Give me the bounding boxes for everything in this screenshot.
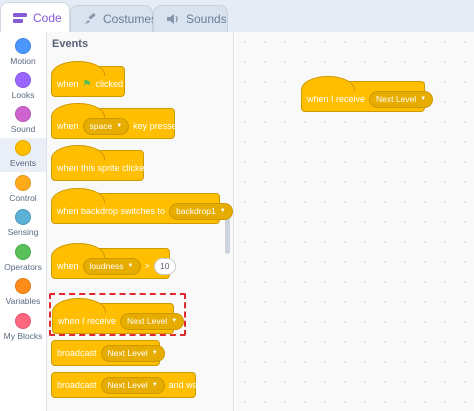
- category-dot: [15, 209, 31, 225]
- category-label: Motion: [10, 56, 36, 66]
- category-control[interactable]: Control: [0, 173, 46, 207]
- tab-costumes[interactable]: Costumes: [70, 5, 157, 32]
- dropdown-value: Next Level: [376, 94, 417, 104]
- dropdown-value: loudness: [89, 261, 124, 271]
- dropdown-arrow-icon: ▼: [219, 208, 226, 214]
- category-menu: Motion Looks Sound Events Control Sensin…: [0, 32, 47, 411]
- threshold-input[interactable]: 10: [153, 257, 176, 275]
- category-label: Operators: [4, 262, 42, 272]
- category-events[interactable]: Events: [0, 138, 46, 172]
- dropdown-arrow-icon: ▼: [151, 382, 158, 388]
- category-sound[interactable]: Sound: [0, 104, 46, 138]
- dropdown-arrow-icon: ▼: [171, 318, 178, 324]
- category-dot: [15, 244, 31, 260]
- dropdown-value: space: [89, 121, 113, 131]
- block-text: when I receive: [307, 94, 366, 104]
- tab-code-label: Code: [33, 10, 62, 25]
- category-variables[interactable]: Variables: [0, 276, 46, 310]
- category-dot: [15, 140, 31, 156]
- block-text: when: [57, 261, 79, 271]
- green-flag-icon: ⚑: [82, 78, 92, 90]
- category-my-blocks[interactable]: My Blocks: [0, 311, 46, 345]
- category-dot: [15, 38, 31, 54]
- tab-costumes-label: Costumes: [103, 12, 158, 26]
- dropdown-arrow-icon: ▼: [127, 263, 134, 269]
- dropdown-arrow-icon: ▼: [420, 96, 427, 102]
- tab-code[interactable]: Code: [0, 2, 70, 32]
- block-text: and wait: [168, 380, 203, 390]
- dropdown-value: Next Level: [107, 348, 148, 358]
- block-text: key pressed: [133, 121, 182, 131]
- category-label: Sensing: [7, 227, 39, 237]
- category-label: Variables: [5, 296, 41, 306]
- when-flag-clicked-block[interactable]: when ⚑ clicked: [51, 61, 125, 97]
- category-dot: [15, 72, 31, 88]
- backdrop-dropdown[interactable]: backdrop1 ▼: [169, 202, 233, 220]
- category-dot: [15, 313, 31, 329]
- category-sensing[interactable]: Sensing: [0, 207, 46, 241]
- when-backdrop-switches-block[interactable]: when backdrop switches to backdrop1 ▼: [51, 188, 233, 224]
- message-dropdown[interactable]: Next Level ▼: [120, 312, 185, 330]
- category-label: Control: [9, 193, 37, 203]
- category-operators[interactable]: Operators: [0, 242, 46, 276]
- message-dropdown[interactable]: Next Level ▼: [100, 344, 165, 362]
- dropdown-value: Next Level: [107, 380, 148, 390]
- category-label: Events: [10, 158, 36, 168]
- block-text: clicked: [95, 79, 123, 89]
- broadcast-and-wait-block[interactable]: broadcast Next Level ▼ and wait: [51, 372, 202, 398]
- paintbrush-icon: [83, 13, 97, 25]
- category-motion[interactable]: Motion: [0, 36, 46, 70]
- dropdown-arrow-icon: ▼: [151, 350, 158, 356]
- block-text: when: [57, 121, 79, 131]
- when-sprite-clicked-block[interactable]: when this sprite clicked: [51, 145, 150, 181]
- dropdown-arrow-icon: ▼: [116, 123, 123, 129]
- block-text: when backdrop switches to: [57, 206, 166, 216]
- key-dropdown[interactable]: space ▼: [82, 117, 130, 135]
- when-key-pressed-block[interactable]: when space ▼ key pressed: [51, 103, 182, 139]
- speaker-icon: [166, 13, 180, 25]
- dropdown-value: backdrop1: [176, 206, 216, 216]
- category-label: Sound: [10, 124, 36, 134]
- block-text: broadcast: [57, 348, 97, 358]
- block-text: when: [57, 79, 79, 89]
- message-dropdown[interactable]: Next Level ▼: [100, 376, 165, 394]
- code-icon: [13, 12, 27, 24]
- dropdown-value: Next Level: [127, 316, 168, 326]
- palette-title: Events: [52, 38, 89, 50]
- operator-text: >: [144, 261, 150, 271]
- category-dot: [15, 106, 31, 122]
- sensor-dropdown[interactable]: loudness ▼: [82, 257, 141, 275]
- tab-sounds-label: Sounds: [186, 12, 227, 26]
- editor-tab-bar: Code Costumes Sounds: [0, 0, 474, 32]
- when-loudness-block[interactable]: when loudness ▼ > 10: [51, 243, 176, 279]
- block-text: when I receive: [58, 316, 117, 326]
- script-when-i-receive-block[interactable]: when I receive Next Level ▼: [301, 76, 434, 112]
- tab-sounds[interactable]: Sounds: [153, 5, 228, 32]
- category-dot: [15, 278, 31, 294]
- broadcast-block[interactable]: broadcast Next Level ▼: [51, 340, 165, 366]
- category-looks[interactable]: Looks: [0, 70, 46, 104]
- block-text: when this sprite clicked: [57, 163, 150, 173]
- message-dropdown[interactable]: Next Level ▼: [369, 90, 434, 108]
- block-text: broadcast: [57, 380, 97, 390]
- category-dot: [15, 175, 31, 191]
- category-label: Looks: [11, 90, 35, 100]
- category-label: My Blocks: [3, 331, 43, 341]
